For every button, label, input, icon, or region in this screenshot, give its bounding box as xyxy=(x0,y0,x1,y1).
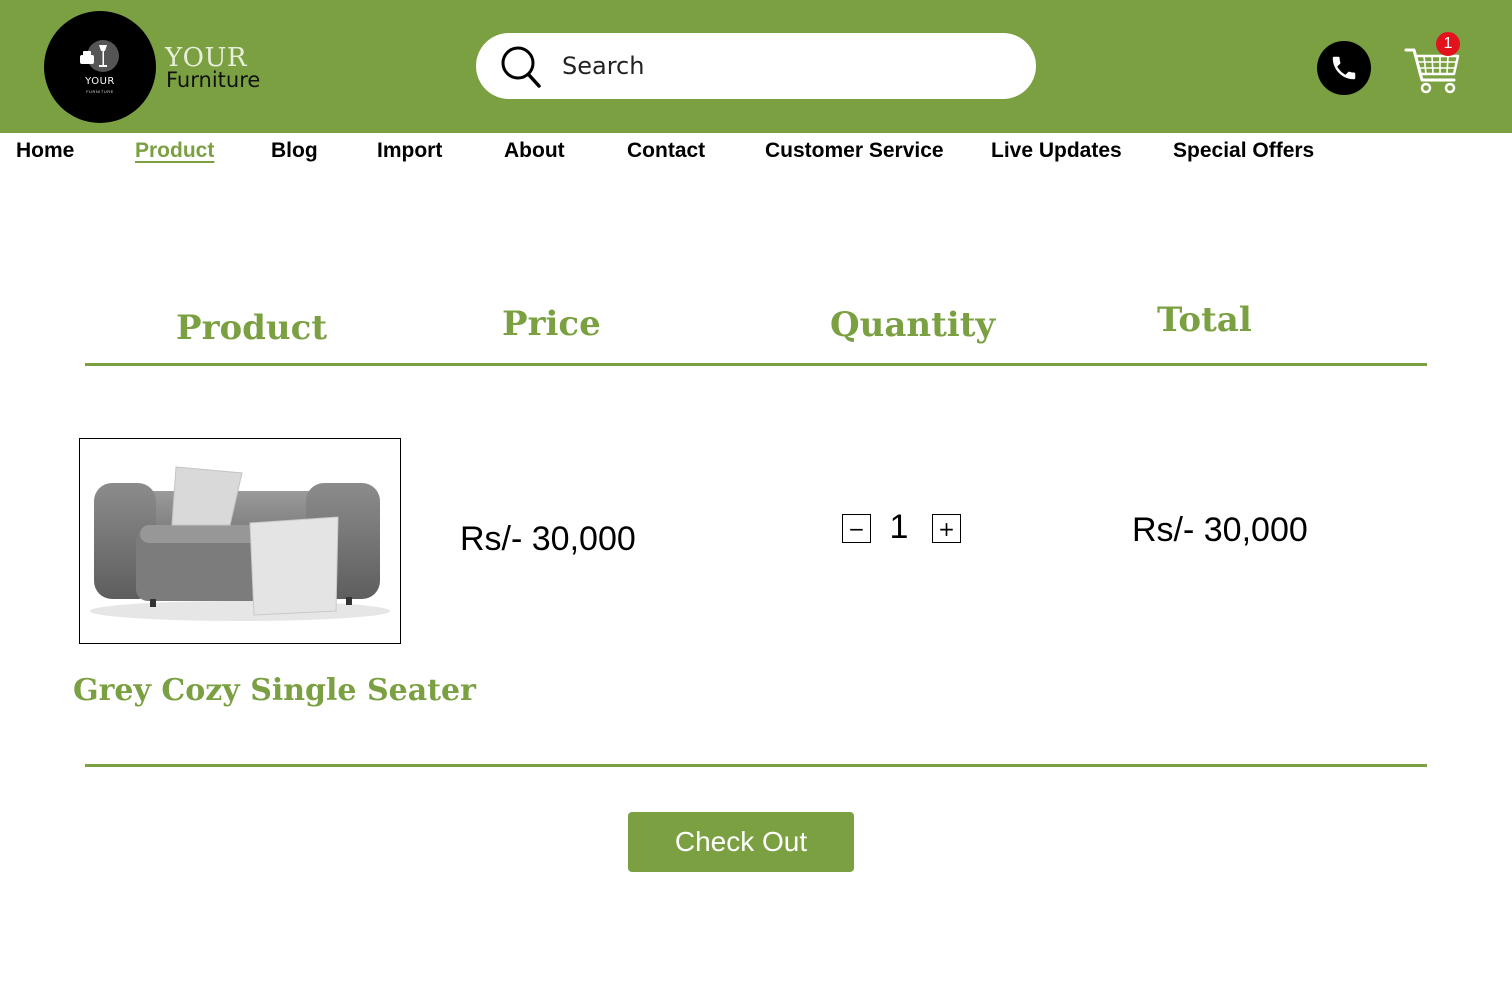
item-price: Rs/- 30,000 xyxy=(460,520,636,558)
header-price: Price xyxy=(502,304,601,344)
row-divider xyxy=(85,764,1427,767)
nav-blog[interactable]: Blog xyxy=(271,139,318,163)
search-input[interactable] xyxy=(562,49,1002,83)
cart-count-badge: 1 xyxy=(1436,32,1460,56)
sofa-image xyxy=(90,466,390,621)
nav-about[interactable]: About xyxy=(504,139,565,163)
nav-customer-service[interactable]: Customer Service xyxy=(765,139,944,163)
nav-product[interactable]: Product xyxy=(135,139,214,163)
site-header: YOUR FURNITURE YOUR Furniture 1 xyxy=(0,0,1512,133)
main-nav: Home Product Blog Import About Contact C… xyxy=(0,133,1512,173)
header-quantity: Quantity xyxy=(830,305,996,345)
search-bar xyxy=(476,33,1036,99)
logo-text: YOUR xyxy=(85,76,115,87)
quantity-increment-button[interactable]: + xyxy=(932,514,961,543)
quantity-decrement-button[interactable]: − xyxy=(842,514,871,543)
search-icon[interactable] xyxy=(500,45,542,89)
nav-import[interactable]: Import xyxy=(377,139,442,163)
quantity-value: 1 xyxy=(889,508,909,546)
header-total: Total xyxy=(1157,300,1252,340)
item-total: Rs/- 30,000 xyxy=(1132,511,1308,549)
logo-subtext: FURNITURE xyxy=(86,89,114,94)
furniture-logo-icon xyxy=(80,40,119,72)
brand-name-bottom: Furniture xyxy=(166,68,261,92)
phone-button[interactable] xyxy=(1317,41,1371,95)
product-name[interactable]: Grey Cozy Single Seater xyxy=(73,673,476,708)
product-image[interactable] xyxy=(79,438,401,644)
nav-contact[interactable]: Contact xyxy=(627,139,705,163)
checkout-button[interactable]: Check Out xyxy=(628,812,854,872)
header-divider xyxy=(85,363,1427,366)
nav-special-offers[interactable]: Special Offers xyxy=(1173,139,1314,163)
nav-live-updates[interactable]: Live Updates xyxy=(991,139,1122,163)
phone-icon xyxy=(1332,56,1356,80)
nav-home[interactable]: Home xyxy=(16,139,74,163)
brand-logo[interactable]: YOUR FURNITURE xyxy=(44,11,156,123)
header-product: Product xyxy=(176,308,328,348)
